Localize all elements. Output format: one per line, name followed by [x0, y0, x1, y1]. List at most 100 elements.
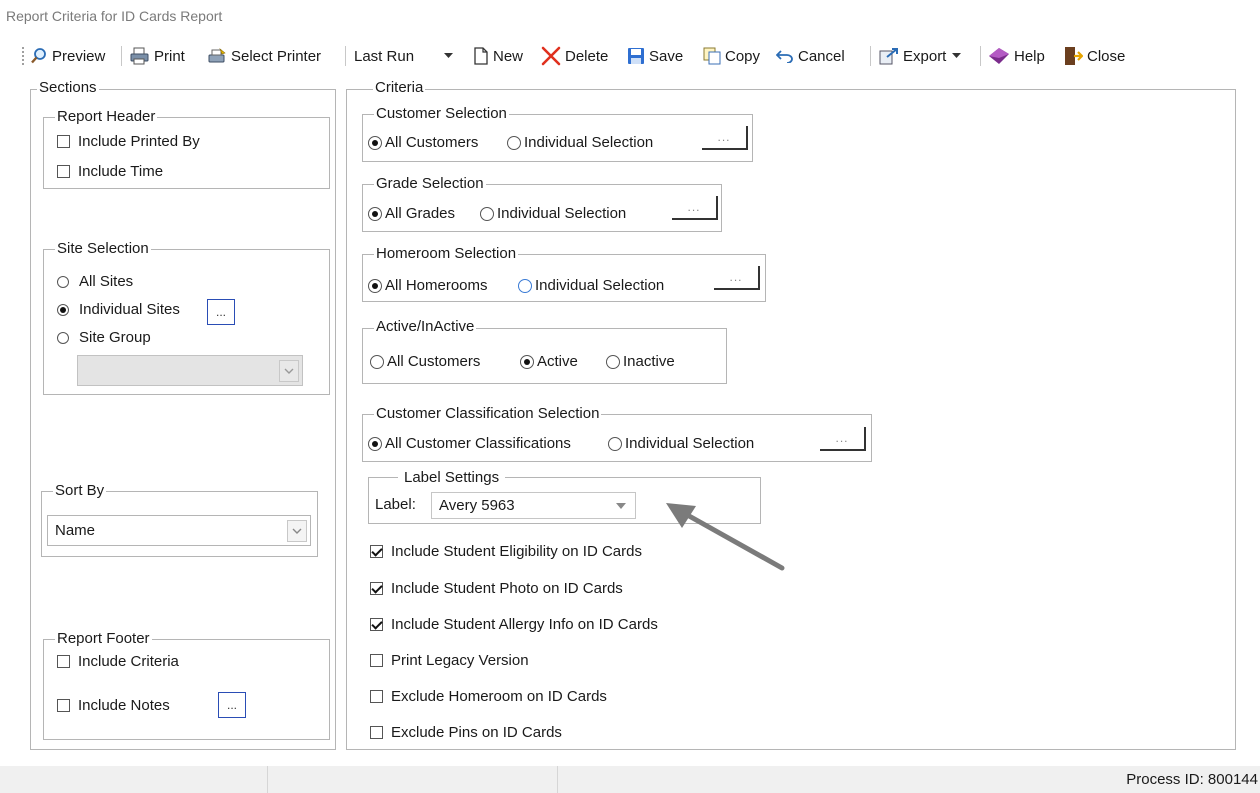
radio-circle[interactable]	[520, 354, 534, 369]
include-photo-label: Include Student Photo on ID Cards	[391, 580, 623, 597]
export-icon	[879, 48, 898, 65]
radio-circle[interactable]	[608, 436, 622, 451]
radio-circle[interactable]	[507, 135, 521, 150]
cancel-button[interactable]: Cancel	[776, 44, 845, 68]
all-classifications-radio[interactable]: All Customer Classifications	[368, 435, 571, 452]
individual-sites-radio[interactable]: Individual Sites	[57, 301, 180, 318]
new-document-icon	[474, 47, 488, 65]
exclude-pins-checkbox[interactable]: Exclude Pins on ID Cards	[370, 724, 562, 741]
inactive-radio[interactable]: Inactive	[606, 353, 675, 370]
include-time-checkbox[interactable]: Include Time	[57, 163, 163, 180]
criteria-legend: Criteria	[373, 79, 426, 96]
include-printed-by-checkbox[interactable]: Include Printed By	[57, 133, 200, 150]
all-sites-radio[interactable]: All Sites	[57, 273, 133, 290]
toolbar-separator	[870, 46, 871, 66]
grade-individual-label: Individual Selection	[497, 205, 627, 222]
printer-icon	[130, 47, 149, 65]
individual-sites-label: Individual Sites	[79, 301, 180, 318]
site-group-select[interactable]	[77, 355, 303, 386]
radio-circle[interactable]	[57, 303, 69, 316]
new-button[interactable]: New	[473, 44, 523, 68]
last-run-dropdown[interactable]: Last Run	[354, 44, 454, 68]
classification-individual-radio[interactable]: Individual Selection	[608, 435, 754, 452]
all-grades-radio[interactable]: All Grades	[368, 205, 455, 222]
chevron-down-icon[interactable]	[287, 520, 307, 542]
delete-label: Delete	[565, 47, 609, 65]
status-segment	[0, 766, 268, 793]
active-radio[interactable]: Active	[520, 353, 578, 370]
site-group-radio[interactable]: Site Group	[57, 329, 151, 346]
checkbox-box[interactable]	[370, 545, 383, 558]
help-book-icon	[989, 48, 1009, 64]
sort-by-select[interactable]: Name	[47, 515, 311, 546]
checkbox-box[interactable]	[370, 726, 383, 739]
grade-selection-legend: Grade Selection	[374, 175, 486, 192]
help-button[interactable]: Help	[988, 44, 1045, 68]
checkbox-box[interactable]	[57, 655, 70, 668]
active-all-customers-radio[interactable]: All Customers	[370, 353, 480, 370]
export-dropdown-button[interactable]: Export	[879, 44, 962, 68]
window-title: Report Criteria for ID Cards Report	[6, 8, 223, 24]
include-criteria-label: Include Criteria	[78, 653, 179, 670]
radio-circle[interactable]	[368, 436, 382, 451]
customer-selection-legend: Customer Selection	[374, 105, 509, 122]
customer-individual-label: Individual Selection	[524, 134, 654, 151]
close-button[interactable]: Close	[1063, 44, 1125, 68]
all-customers-label: All Customers	[385, 134, 479, 151]
include-notes-label: Include Notes	[78, 697, 170, 714]
save-disk-icon	[628, 48, 644, 64]
delete-button[interactable]: Delete	[541, 44, 608, 68]
checkbox-box[interactable]	[370, 690, 383, 703]
all-homerooms-radio[interactable]: All Homerooms	[368, 277, 488, 294]
checkbox-box[interactable]	[370, 618, 383, 631]
radio-circle[interactable]	[606, 354, 620, 369]
print-legacy-checkbox[interactable]: Print Legacy Version	[370, 652, 529, 669]
include-photo-checkbox[interactable]: Include Student Photo on ID Cards	[370, 580, 623, 597]
copy-button[interactable]: Copy	[703, 44, 760, 68]
site-group-label: Site Group	[79, 329, 151, 346]
all-sites-label: All Sites	[79, 273, 134, 290]
radio-circle[interactable]	[480, 206, 494, 221]
checkbox-box[interactable]	[370, 654, 383, 667]
checkbox-box[interactable]	[57, 699, 70, 712]
all-customers-radio[interactable]: All Customers	[368, 134, 478, 151]
toolbar-grip[interactable]	[22, 47, 25, 65]
new-label: New	[493, 47, 524, 65]
radio-circle[interactable]	[518, 278, 532, 293]
checkbox-box[interactable]	[57, 135, 70, 148]
save-button[interactable]: Save	[627, 44, 683, 68]
checkbox-box[interactable]	[57, 165, 70, 178]
exit-door-icon	[1065, 47, 1083, 65]
homeroom-browse-button[interactable]: ...	[714, 266, 760, 290]
include-allergy-checkbox[interactable]: Include Student Allergy Info on ID Cards	[370, 616, 658, 633]
grade-individual-radio[interactable]: Individual Selection	[480, 205, 626, 222]
homeroom-individual-radio[interactable]: Individual Selection	[518, 277, 664, 294]
individual-sites-browse-button[interactable]: ...	[207, 299, 235, 325]
include-criteria-checkbox[interactable]: Include Criteria	[57, 653, 179, 670]
site-selection-legend: Site Selection	[55, 240, 151, 257]
all-grades-label: All Grades	[385, 205, 456, 222]
include-eligibility-checkbox[interactable]: Include Student Eligibility on ID Cards	[370, 543, 642, 560]
exclude-homeroom-checkbox[interactable]: Exclude Homeroom on ID Cards	[370, 688, 607, 705]
checkbox-box[interactable]	[370, 582, 383, 595]
radio-circle[interactable]	[368, 206, 382, 221]
radio-circle[interactable]	[370, 354, 384, 369]
radio-circle[interactable]	[57, 331, 69, 344]
radio-circle[interactable]	[368, 135, 382, 150]
include-notes-checkbox[interactable]: Include Notes	[57, 697, 170, 714]
customer-individual-radio[interactable]: Individual Selection	[507, 134, 653, 151]
include-notes-browse-button[interactable]: ...	[218, 692, 246, 718]
chevron-down-icon[interactable]	[279, 360, 299, 382]
select-printer-button[interactable]: Select Printer	[207, 44, 321, 68]
preview-button[interactable]: Preview	[30, 44, 105, 68]
classification-browse-button[interactable]: ...	[820, 427, 866, 451]
label-select[interactable]: Avery 5963	[431, 492, 636, 519]
customer-browse-button[interactable]: ...	[702, 126, 748, 150]
annotation-arrow-icon	[666, 503, 785, 571]
print-button[interactable]: Print	[130, 44, 185, 68]
status-segment	[268, 766, 558, 793]
radio-circle[interactable]	[368, 278, 382, 293]
grade-browse-button[interactable]: ...	[672, 196, 718, 220]
dropdown-arrow-icon[interactable]	[616, 503, 626, 509]
radio-circle[interactable]	[57, 275, 69, 288]
